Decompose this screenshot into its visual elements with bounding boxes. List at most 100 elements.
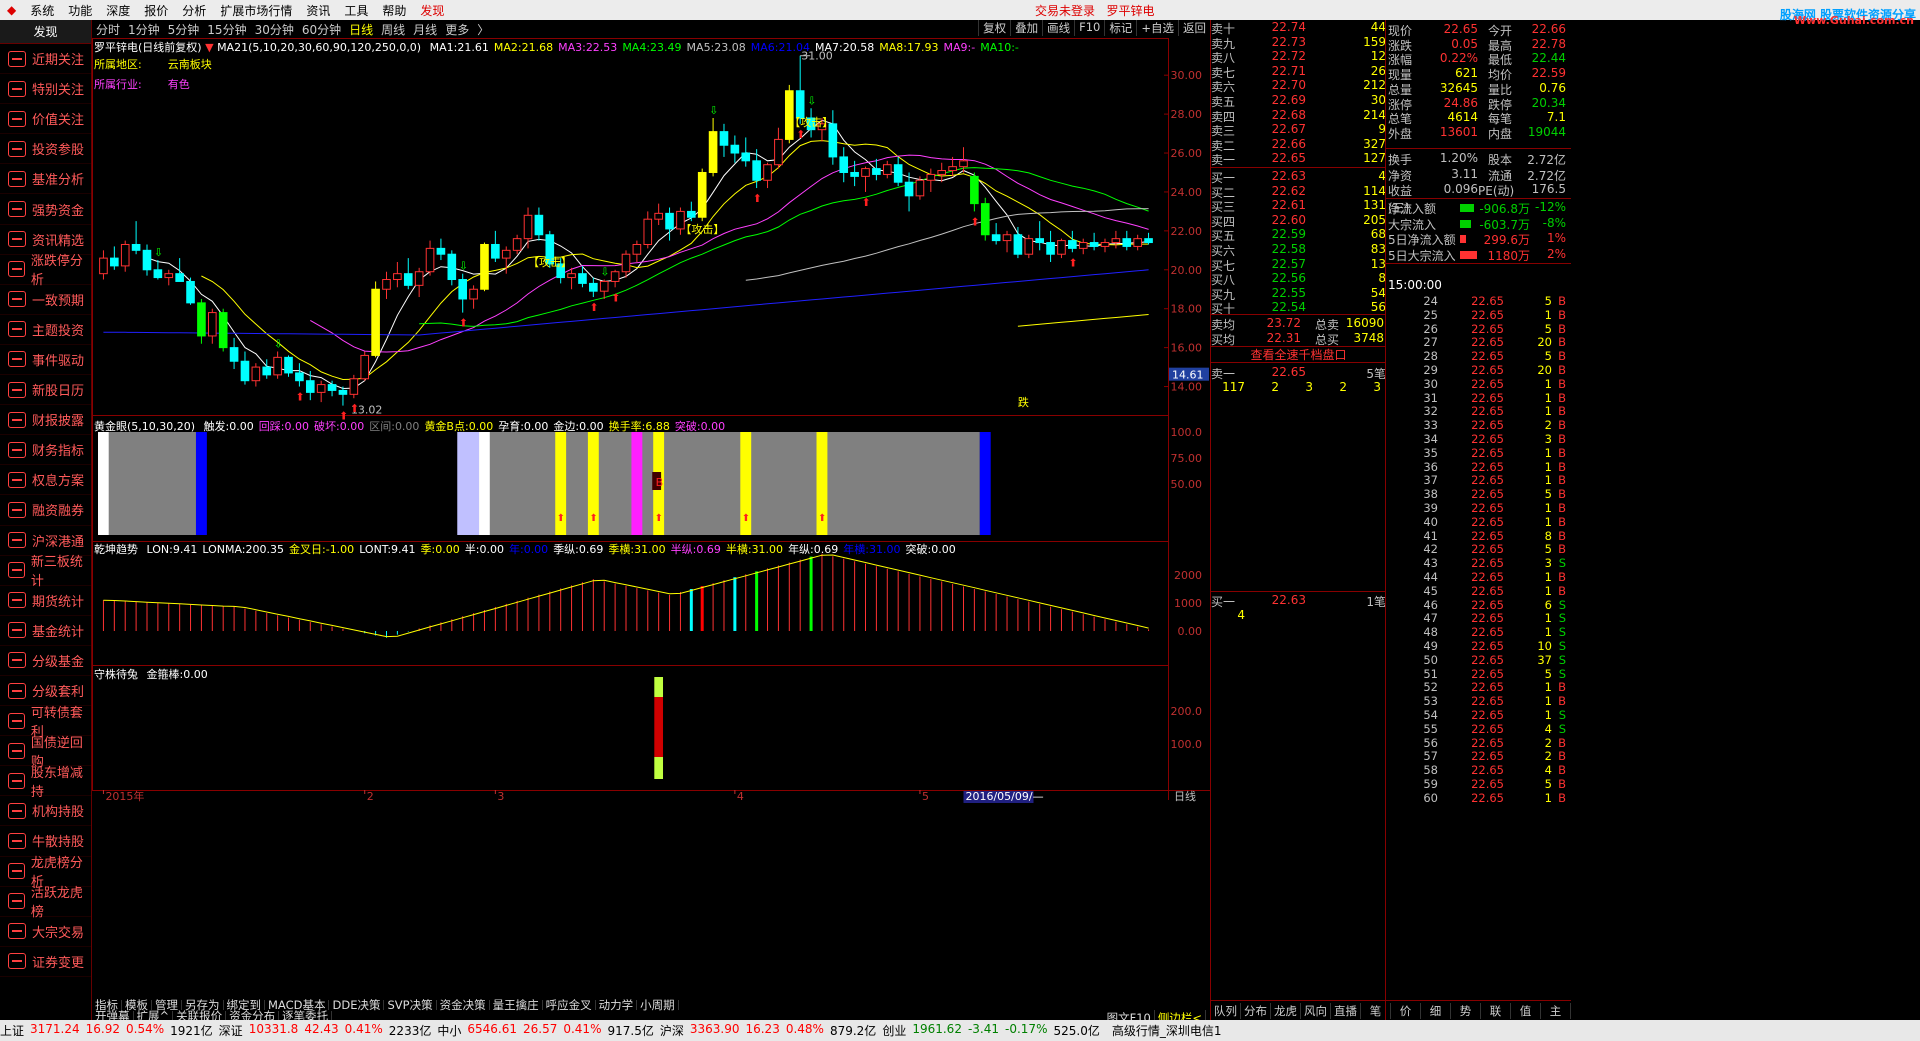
view-all-depth[interactable]: 查看全速千档盘口 (1211, 346, 1386, 363)
index-name[interactable]: 中小 (437, 1022, 461, 1039)
bid-row[interactable]: 买一 22.63 4 (1211, 169, 1386, 185)
ask-row[interactable]: 卖四 22.68 214 (1211, 108, 1386, 124)
tab-period-6[interactable]: 日线 (345, 21, 377, 38)
tab-period-1[interactable]: 1分钟 (124, 21, 164, 38)
bottom-tab-10[interactable]: 呼应金叉 (543, 999, 596, 1011)
menu-item-1[interactable]: 功能 (61, 2, 99, 19)
menu-item-4[interactable]: 分析 (175, 2, 213, 19)
toolbar-btn-2[interactable]: 画线 (1042, 20, 1074, 36)
sidebar-item-20[interactable]: 分级基金 (0, 646, 91, 676)
quote-tab-3[interactable]: 风向 (1301, 1002, 1331, 1019)
quote-tab-11[interactable]: 主 (1541, 1002, 1571, 1019)
quote-tab-4[interactable]: 直播 (1331, 1002, 1361, 1019)
login-status[interactable]: 交易未登录 (1035, 4, 1095, 18)
sidebar-item-3[interactable]: 投资参股 (0, 134, 91, 165)
quote-tab-6[interactable]: 价 (1391, 1002, 1421, 1019)
bottom-tab-6[interactable]: DDE决策 (329, 999, 385, 1011)
sidebar-item-30[interactable]: 证券变更 (0, 947, 91, 977)
sidebar-item-10[interactable]: 事件驱动 (0, 345, 91, 376)
menu-discover[interactable]: 发现 (413, 2, 451, 19)
quote-tab-2[interactable]: 龙虎 (1271, 1002, 1301, 1019)
bottom-tab-9[interactable]: 量王擒庄 (490, 999, 543, 1011)
sidebar-item-29[interactable]: 大宗交易 (0, 917, 91, 947)
tab-period-9[interactable]: 更多 (441, 21, 473, 38)
tab-period-2[interactable]: 5分钟 (164, 21, 204, 38)
bid-row[interactable]: 买四 22.60 205 (1211, 213, 1386, 229)
sidebar-item-4[interactable]: 基准分析 (0, 164, 91, 195)
toolbar-btn-6[interactable]: 返回 (1178, 20, 1210, 36)
toolbar-btn-5[interactable]: +自选 (1136, 20, 1178, 36)
sidebar-item-11[interactable]: 新股日历 (0, 375, 91, 406)
quote-tab-1[interactable]: 分布 (1241, 1002, 1271, 1019)
quote-tab-0[interactable]: 队列 (1211, 1002, 1241, 1019)
tab-period-0[interactable]: 分时 (92, 21, 124, 38)
bid-row[interactable]: 买二 22.62 114 (1211, 184, 1386, 200)
bottom-tab-7[interactable]: SVP决策 (384, 999, 437, 1011)
ask-row[interactable]: 卖一 22.65 127 (1211, 151, 1386, 167)
ask-row[interactable]: 卖二 22.66 327 (1211, 137, 1386, 153)
sidebar-item-28[interactable]: 活跃龙虎榜 (0, 886, 91, 920)
ask-row[interactable]: 卖九 22.73 159 (1211, 35, 1386, 51)
more-arrow[interactable]: 〉 (473, 21, 493, 38)
bid-row[interactable]: 买九 22.55 54 (1211, 285, 1386, 302)
sidebar-item-5[interactable]: 强势资金 (0, 194, 91, 225)
tab-period-3[interactable]: 15分钟 (203, 21, 250, 38)
ask-row[interactable]: 卖八 22.72 12 (1211, 49, 1386, 65)
toolbar-btn-3[interactable]: F10 (1074, 20, 1104, 36)
menu-item-6[interactable]: 资讯 (299, 2, 337, 19)
ask-row[interactable]: 卖十 22.74 44 (1211, 20, 1386, 36)
bid-row[interactable]: 买六 22.58 83 (1211, 242, 1386, 258)
index-name[interactable]: 深证 (219, 1022, 243, 1039)
sidebar-item-18[interactable]: 期货统计 (0, 586, 91, 616)
menu-item-8[interactable]: 帮助 (375, 2, 413, 19)
sidebar-item-9[interactable]: 主题投资 (0, 315, 91, 345)
sidebar-item-15[interactable]: 融资融券 (0, 495, 91, 526)
bottom-tab-12[interactable]: 小周期 (637, 999, 679, 1011)
sidebar-item-2[interactable]: 价值关注 (0, 104, 91, 135)
bid-row[interactable]: 买七 22.57 13 (1211, 257, 1386, 273)
sidebar-item-14[interactable]: 权息方案 (0, 465, 91, 496)
bid-row[interactable]: 买五 22.59 68 (1211, 227, 1386, 243)
bottom-tab-8[interactable]: 资金决策 (437, 999, 490, 1011)
ob-volume: 54 (1370, 285, 1386, 300)
bid-row[interactable]: 买三 22.61 131 (1211, 198, 1386, 214)
sidebar-item-7[interactable]: 涨跌停分析 (0, 254, 91, 288)
toolbar-btn-4[interactable]: 标记 (1104, 20, 1136, 36)
menu-item-0[interactable]: 系统 (23, 2, 61, 19)
sidebar-item-0[interactable]: 近期关注 (0, 44, 91, 75)
quote-tab-8[interactable]: 势 (1451, 1002, 1481, 1019)
toolbar-btn-0[interactable]: 复权 (978, 20, 1010, 36)
sidebar-item-25[interactable]: 机构持股 (0, 796, 91, 827)
bottom-tab-11[interactable]: 动力学 (596, 999, 638, 1011)
sidebar-item-8[interactable]: 一致预期 (0, 285, 91, 315)
index-name[interactable]: 创业 (882, 1022, 906, 1039)
app-logo-icon[interactable]: ◆ (0, 3, 23, 17)
quote-tab-5[interactable]: 笔 (1361, 1002, 1391, 1019)
sidebar-item-12[interactable]: 财报披露 (0, 405, 91, 436)
ask-row[interactable]: 卖三 22.67 9 (1211, 122, 1386, 138)
bid-row[interactable]: 买八 22.56 8 (1211, 271, 1386, 287)
tab-period-5[interactable]: 60分钟 (298, 21, 345, 38)
menu-item-7[interactable]: 工具 (337, 2, 375, 19)
ask-row[interactable]: 卖六 22.70 212 (1211, 78, 1386, 94)
sidebar-item-19[interactable]: 基金统计 (0, 616, 91, 646)
sidebar-item-1[interactable]: 特别关注 (0, 74, 91, 105)
menu-item-5[interactable]: 扩展市场行情 (213, 2, 299, 19)
kline-chart[interactable]: 30.0028.0026.0024.0022.0020.0018.0016.00… (92, 38, 1210, 1000)
ask-row[interactable]: 卖七 22.71 26 (1211, 64, 1386, 80)
tab-period-8[interactable]: 月线 (409, 21, 441, 38)
menu-item-2[interactable]: 深度 (99, 2, 137, 19)
sidebar-item-13[interactable]: 财务指标 (0, 435, 91, 466)
tab-period-4[interactable]: 30分钟 (251, 21, 298, 38)
tab-period-7[interactable]: 周线 (377, 21, 409, 38)
sidebar-item-17[interactable]: 新三板统计 (0, 555, 91, 589)
ask-row[interactable]: 卖五 22.69 30 (1211, 93, 1386, 109)
toolbar-btn-1[interactable]: 叠加 (1010, 20, 1042, 36)
quote-tab-9[interactable]: 联 (1481, 1002, 1511, 1019)
menu-item-3[interactable]: 报价 (137, 2, 175, 19)
index-name[interactable]: 沪深 (660, 1022, 684, 1039)
quote-tab-10[interactable]: 值 (1511, 1002, 1541, 1019)
index-name[interactable]: 上证 (0, 1022, 24, 1039)
sidebar-item-24[interactable]: 股东增减持 (0, 766, 91, 800)
quote-tab-7[interactable]: 细 (1421, 1002, 1451, 1019)
